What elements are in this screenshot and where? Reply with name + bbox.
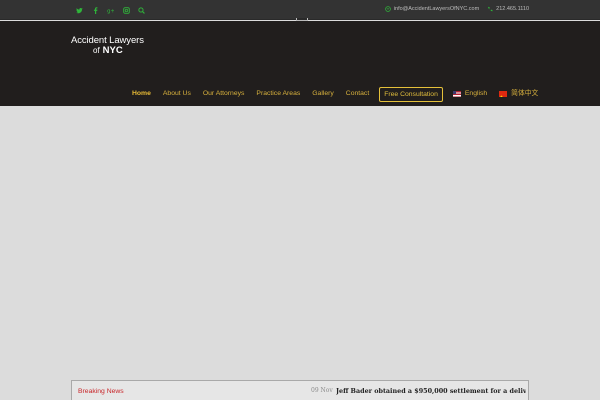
google-plus-icon[interactable]: g+ xyxy=(103,5,119,15)
instagram-icon[interactable] xyxy=(119,5,135,15)
svg-text:g+: g+ xyxy=(107,8,114,13)
nav-item-practice-areas[interactable]: Practice Areas xyxy=(250,86,306,102)
contact-info: info@AccidentLawyersOfNYC.com 212.465.11… xyxy=(385,5,529,13)
site-header: Accident Lawyers of NYC Home About Us Ou… xyxy=(0,21,600,106)
main-nav: Home About Us Our Attorneys Practice Are… xyxy=(126,86,544,102)
breaking-news-ticker: Breaking News 09 Nov Jeff Bader obtained… xyxy=(71,380,529,400)
china-flag-icon xyxy=(499,91,508,97)
logo-of: of xyxy=(93,46,100,55)
top-bar: g+ info@AccidentLawyersOfNYC.com 212.465… xyxy=(0,0,600,21)
news-headline-link[interactable]: Jeff Bader obtained a $950,000 settlemen… xyxy=(336,386,526,396)
language-chinese-label: 简体中文 xyxy=(511,90,539,97)
phone-icon xyxy=(488,6,493,12)
language-chinese[interactable]: 简体中文 xyxy=(493,86,544,102)
main-content-area xyxy=(0,106,600,400)
news-date: 09 Nov xyxy=(311,387,333,394)
nav-item-contact[interactable]: Contact xyxy=(340,86,375,102)
logo-nyc: NYC xyxy=(102,45,123,56)
breaking-news-label: Breaking News xyxy=(78,388,124,395)
phone-link[interactable]: 212.465.1110 xyxy=(487,5,529,13)
free-consultation-button[interactable]: Free Consultation xyxy=(379,86,443,102)
site-logo[interactable]: Accident Lawyers of NYC xyxy=(71,35,144,56)
nav-item-about-us[interactable]: About Us xyxy=(157,86,197,102)
email-link[interactable]: info@AccidentLawyersOfNYC.com xyxy=(385,5,479,13)
twitter-icon[interactable] xyxy=(72,5,88,15)
nav-item-our-attorneys[interactable]: Our Attorneys xyxy=(197,86,251,102)
phone-text: 212.465.1110 xyxy=(496,6,529,12)
language-english[interactable]: English xyxy=(447,86,493,102)
language-english-label: English xyxy=(464,90,488,97)
envelope-icon xyxy=(385,6,391,12)
us-flag-icon xyxy=(452,91,461,97)
email-text: info@AccidentLawyersOfNYC.com xyxy=(393,6,480,12)
nav-item-gallery[interactable]: Gallery xyxy=(306,86,340,102)
logo-line-2: of NYC xyxy=(71,46,144,56)
search-icon[interactable] xyxy=(134,5,150,15)
facebook-icon[interactable] xyxy=(88,5,104,15)
nav-item-home[interactable]: Home xyxy=(126,86,157,102)
social-links: g+ xyxy=(72,5,150,15)
